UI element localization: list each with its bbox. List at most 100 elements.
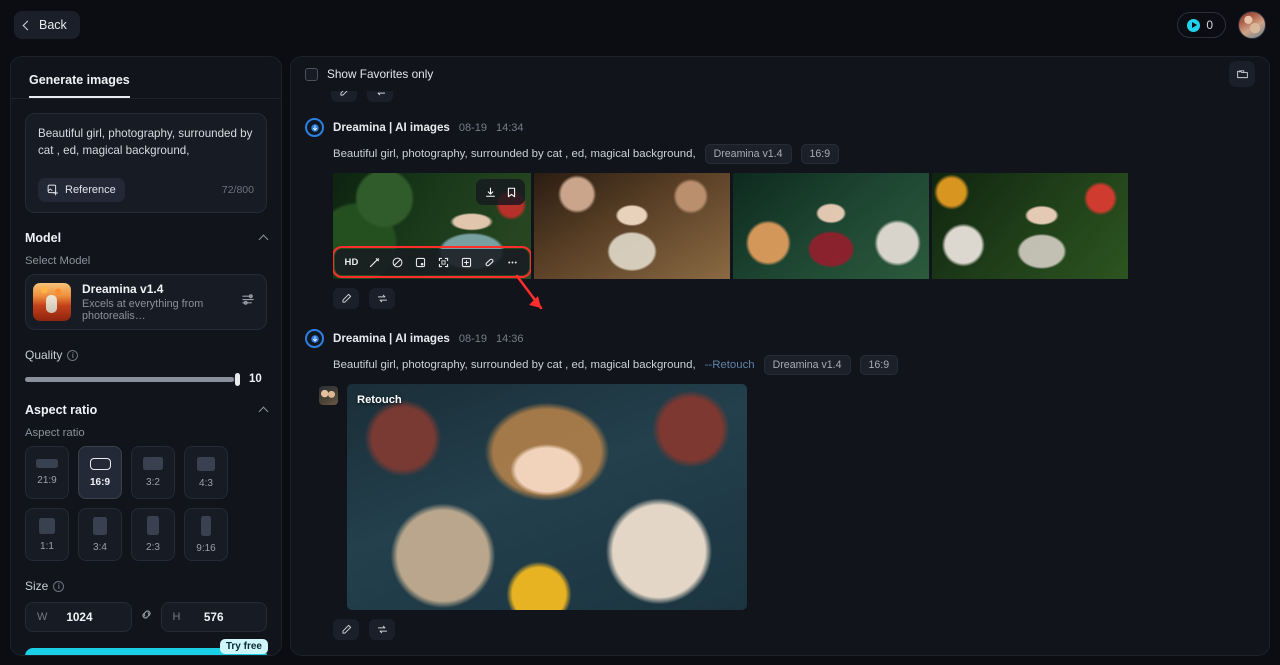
expand-canvas-icon <box>438 257 449 267</box>
prompt-box[interactable]: Beautiful girl, photography, surrounded … <box>25 113 267 213</box>
edit-icon <box>341 293 351 303</box>
avatar[interactable] <box>1238 11 1266 39</box>
aspect-ratio-4-3[interactable]: 4:3 <box>184 446 228 499</box>
generated-image[interactable] <box>932 173 1128 279</box>
quality-row: Quality i <box>25 348 267 362</box>
entry-prompt: Beautiful girl, photography, surrounded … <box>333 148 696 160</box>
aspect-ratio-grid: 21:9 16:9 3:2 4:3 1:1 3:4 2:3 9:16 <box>25 446 267 561</box>
aspect-section-header[interactable]: Aspect ratio <box>25 403 269 417</box>
prompt-footer: Reference 72/800 <box>38 178 254 202</box>
width-field[interactable]: W 1024 <box>25 602 132 632</box>
eraser-button[interactable] <box>388 253 407 272</box>
hd-button[interactable]: HD <box>342 253 361 272</box>
sliders-icon[interactable] <box>241 292 256 312</box>
chevron-up-icon[interactable] <box>258 234 269 245</box>
sidebar-tabs: Generate images <box>11 57 281 99</box>
edit-button[interactable] <box>333 288 359 309</box>
show-favorites-checkbox[interactable] <box>305 67 318 81</box>
retouched-image[interactable]: Retouch <box>347 384 747 610</box>
magic-wand-button[interactable] <box>365 253 384 272</box>
entry-pill-ratio: 16:9 <box>859 355 899 375</box>
results-feed[interactable]: Dreamina | AI images 08-19 14:34 Beautif… <box>291 91 1269 655</box>
inpaint-icon <box>415 257 426 267</box>
result-entry: Dreamina | AI images 08-19 14:36 Beautif… <box>291 329 1269 640</box>
aspect-ratio-label: 3:4 <box>93 541 107 553</box>
regenerate-button[interactable] <box>369 288 395 309</box>
width-value[interactable]: 1024 <box>47 610 119 624</box>
aspect-ratio-shape-icon <box>89 457 111 470</box>
entry-pill-model: Dreamina v1.4 <box>704 144 792 164</box>
height-field[interactable]: H 576 <box>160 602 267 632</box>
entry-header: Dreamina | AI images 08-19 14:34 <box>305 118 1255 137</box>
size-header: Size i <box>25 579 267 593</box>
entry-meta: Beautiful girl, photography, surrounded … <box>333 144 1255 164</box>
model-card[interactable]: Dreamina v1.4 Excels at everything from … <box>25 274 267 330</box>
regenerate-icon <box>377 92 385 96</box>
aspect-ratio-3-4[interactable]: 3:4 <box>78 508 122 561</box>
sidebar: Generate images Beautiful girl, photogra… <box>10 56 282 656</box>
model-info: Dreamina v1.4 Excels at everything from … <box>82 282 230 322</box>
aspect-ratio-1-1[interactable]: 1:1 <box>25 508 69 561</box>
expand-canvas-button[interactable] <box>434 253 453 272</box>
entry-date: 08-19 <box>458 121 488 134</box>
tab-generate-images[interactable]: Generate images <box>29 73 130 98</box>
aspect-ratio-shape-icon <box>197 456 215 471</box>
thumbnail-avatar <box>319 386 338 405</box>
entry-meta: Beautiful girl, photography, surrounded … <box>333 355 1255 375</box>
info-icon[interactable]: i <box>53 580 65 592</box>
regenerate-button[interactable] <box>369 619 395 640</box>
aspect-ratio-2-3[interactable]: 2:3 <box>131 508 175 561</box>
retouched-image-row: Retouch <box>319 384 1255 610</box>
model-section-title: Model <box>25 231 62 245</box>
link-chain-button[interactable] <box>480 253 499 272</box>
magic-wand-icon <box>369 257 380 267</box>
result-entry: Dreamina | AI images 08-19 14:34 Beautif… <box>291 118 1269 309</box>
main-header: Show Favorites only <box>291 57 1269 91</box>
generated-image[interactable] <box>733 173 929 279</box>
aspect-ratio-9-16[interactable]: 9:16 <box>184 508 228 561</box>
chevron-up-icon[interactable] <box>258 406 269 417</box>
credits-badge[interactable]: 0 <box>1177 12 1226 38</box>
select-model-label: Select Model <box>25 255 91 267</box>
edit-icon <box>341 624 351 634</box>
edit-button[interactable] <box>333 619 359 640</box>
try-free-badge[interactable]: Try free <box>219 639 268 654</box>
edit-button[interactable] <box>331 91 357 102</box>
link-icon[interactable] <box>139 607 154 627</box>
folder-button[interactable] <box>1229 61 1255 87</box>
more-options-button[interactable] <box>503 253 522 272</box>
entry-pill-model: Dreamina v1.4 <box>763 355 851 375</box>
quality-slider[interactable] <box>25 372 240 386</box>
generated-image[interactable] <box>534 173 730 279</box>
back-button[interactable]: Back <box>14 11 80 39</box>
aspect-ratio-3-2[interactable]: 3:2 <box>131 446 175 499</box>
aspect-ratio-shape-icon <box>36 459 58 468</box>
reference-button[interactable]: Reference <box>38 178 125 202</box>
frame-button[interactable] <box>457 253 476 272</box>
aspect-ratio-sublabel: Aspect ratio <box>25 427 85 439</box>
bookmark-button[interactable] <box>502 183 520 201</box>
main-panel: Show Favorites only Dreamina | AI images… <box>290 56 1270 656</box>
back-button-label: Back <box>39 18 67 32</box>
model-section-header[interactable]: Model <box>25 231 269 245</box>
download-button[interactable] <box>481 183 499 201</box>
entry-actions <box>333 619 1255 640</box>
size-label: Size <box>25 579 49 593</box>
dreamina-logo-icon <box>305 118 324 137</box>
generated-image[interactable]: HD <box>333 173 531 279</box>
height-key: H <box>172 611 181 623</box>
info-icon[interactable]: i <box>67 349 79 361</box>
quality-slider-knob[interactable] <box>235 372 240 386</box>
size-row: W 1024 H 576 <box>25 602 267 632</box>
height-value[interactable]: 576 <box>180 610 255 624</box>
regenerate-icon <box>377 625 387 634</box>
top-bar: Back 0 <box>0 0 1280 50</box>
regenerate-button[interactable] <box>367 91 393 102</box>
aspect-ratio-16-9[interactable]: 16:9 <box>78 446 122 499</box>
entry-time: 14:36 <box>496 332 524 345</box>
aspect-section-title: Aspect ratio <box>25 403 98 417</box>
prompt-input[interactable]: Beautiful girl, photography, surrounded … <box>38 126 254 164</box>
image-hover-toolbar: HD <box>333 246 531 278</box>
inpaint-button[interactable] <box>411 253 430 272</box>
aspect-ratio-21-9[interactable]: 21:9 <box>25 446 69 499</box>
